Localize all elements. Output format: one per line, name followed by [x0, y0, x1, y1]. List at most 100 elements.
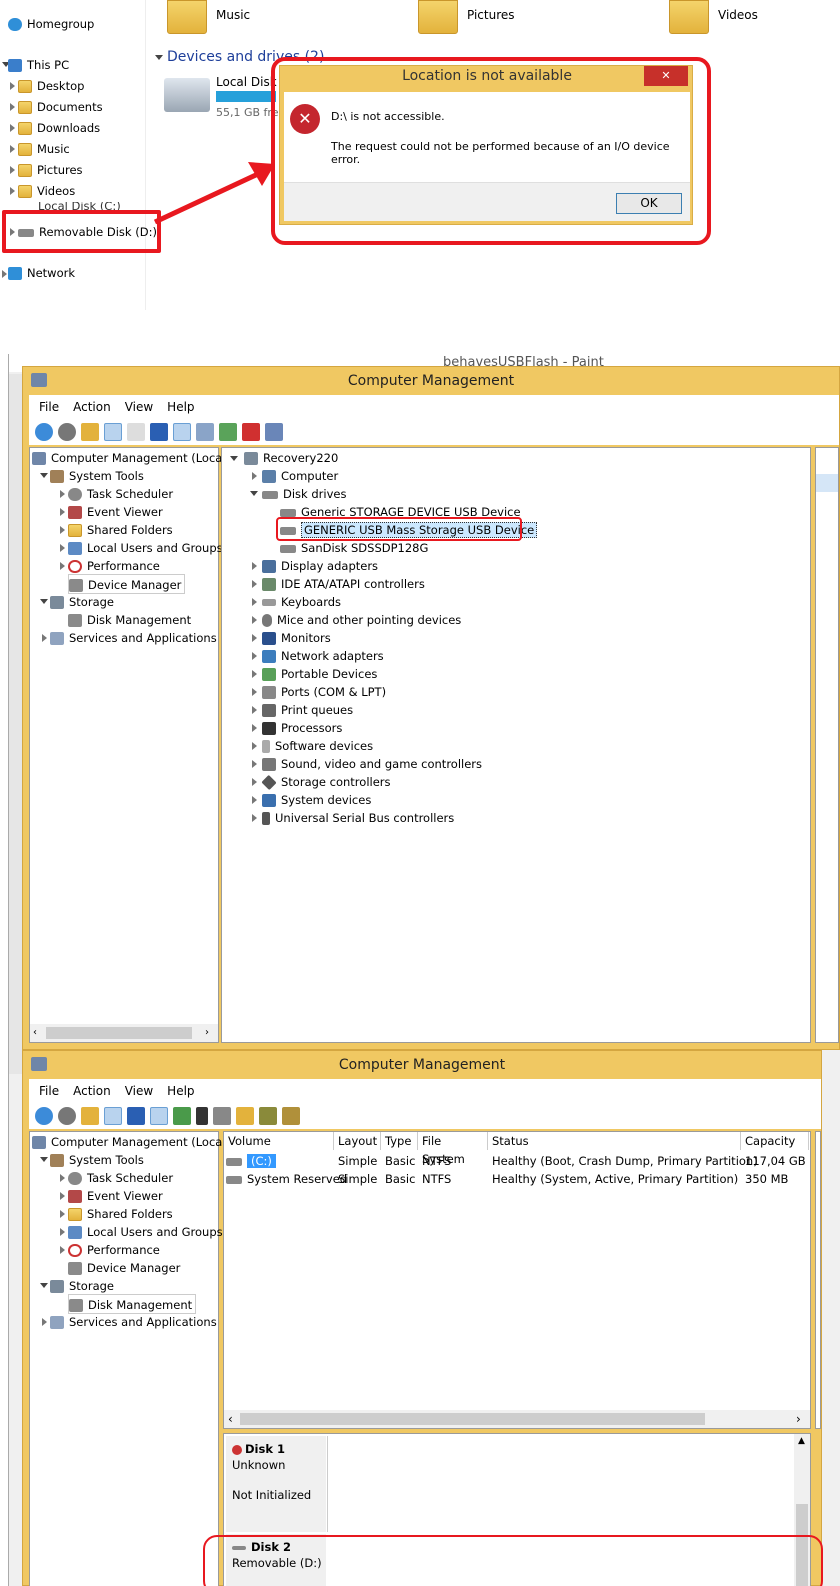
expand-arrow-icon[interactable] — [60, 1174, 65, 1182]
expand-arrow-icon[interactable] — [252, 742, 257, 750]
nav-videos[interactable]: Videos — [18, 181, 75, 201]
cat-sound[interactable]: Sound, video and game controllers — [262, 754, 482, 774]
col-type[interactable]: Type — [381, 1132, 418, 1150]
up-folder-icon[interactable] — [81, 1107, 99, 1125]
menu-file[interactable]: File — [39, 400, 59, 414]
settings-icon[interactable] — [282, 1107, 300, 1125]
cat-monitors[interactable]: Monitors — [262, 628, 331, 648]
scroll-thumb[interactable] — [46, 1027, 192, 1039]
menu-help[interactable]: Help — [167, 1084, 194, 1098]
expand-arrow-icon[interactable] — [60, 508, 65, 516]
expand-arrow-icon[interactable] — [252, 634, 257, 642]
cat-print-queues[interactable]: Print queues — [262, 700, 353, 720]
back-icon[interactable] — [35, 1107, 53, 1125]
col-file-system[interactable]: File System — [418, 1132, 488, 1166]
collapse-arrow-icon[interactable] — [40, 1283, 48, 1288]
expand-arrow-icon[interactable] — [252, 706, 257, 714]
expand-arrow-icon[interactable] — [252, 562, 257, 570]
expand-arrow-icon[interactable] — [10, 145, 15, 153]
tree-storage[interactable]: Storage — [50, 1276, 114, 1296]
collapse-arrow-icon[interactable] — [40, 1157, 48, 1162]
tree-shared-folders[interactable]: Shared Folders — [68, 520, 173, 540]
expand-arrow-icon[interactable] — [252, 580, 257, 588]
expand-arrow-icon[interactable] — [60, 1192, 65, 1200]
col-status[interactable]: Status — [488, 1132, 741, 1150]
delete-icon[interactable] — [196, 1107, 208, 1125]
tree-storage[interactable]: Storage — [50, 592, 114, 612]
explore-icon[interactable] — [259, 1107, 277, 1125]
expand-arrow-icon[interactable] — [252, 688, 257, 696]
tree-device-manager[interactable]: Device Manager — [68, 574, 186, 594]
enable-device-icon[interactable] — [265, 423, 283, 441]
forward-icon[interactable] — [58, 1107, 76, 1125]
collapse-arrow-icon[interactable] — [230, 456, 238, 461]
expand-arrow-icon[interactable] — [252, 598, 257, 606]
tree-system-tools[interactable]: System Tools — [50, 466, 144, 486]
cat-storage-controllers[interactable]: Storage controllers — [261, 772, 391, 792]
open-icon[interactable] — [236, 1107, 254, 1125]
properties-icon[interactable] — [213, 1107, 231, 1125]
menu-file[interactable]: File — [39, 1084, 59, 1098]
expand-arrow-icon[interactable] — [2, 270, 7, 278]
collapse-arrow-icon[interactable] — [250, 491, 258, 496]
col-volume[interactable]: Volume — [224, 1132, 334, 1150]
expand-arrow-icon[interactable] — [60, 544, 65, 552]
update-driver-icon[interactable] — [219, 423, 237, 441]
menu-action[interactable]: Action — [73, 1084, 111, 1098]
expand-arrow-icon[interactable] — [60, 1210, 65, 1218]
tree-shared-folders[interactable]: Shared Folders — [68, 1204, 173, 1224]
help-icon[interactable] — [150, 423, 168, 441]
nav-documents[interactable]: Documents — [18, 97, 103, 117]
tree-disk-management[interactable]: Disk Management — [68, 610, 191, 630]
cat-ports[interactable]: Ports (COM & LPT) — [262, 682, 386, 702]
drive-local-disk[interactable]: Local Disk 55,1 GB fre — [164, 72, 279, 122]
back-icon[interactable] — [35, 423, 53, 441]
scroll-thumb[interactable] — [240, 1413, 705, 1425]
expand-arrow-icon[interactable] — [60, 1246, 65, 1254]
menu-view[interactable]: View — [125, 400, 153, 414]
cat-network-adapters[interactable]: Network adapters — [262, 646, 384, 666]
cat-usb[interactable]: Universal Serial Bus controllers — [262, 808, 454, 828]
expand-arrow-icon[interactable] — [252, 652, 257, 660]
device-computer[interactable]: Computer — [262, 466, 338, 486]
expand-arrow-icon[interactable] — [252, 796, 257, 804]
disk1-unallocated[interactable] — [327, 1436, 792, 1532]
expand-arrow-icon[interactable] — [60, 562, 65, 570]
tree-services[interactable]: Services and Applications — [50, 628, 217, 648]
expand-arrow-icon[interactable] — [60, 526, 65, 534]
nav-local-disk-clipped[interactable]: Local Disk (C:) — [18, 202, 121, 210]
tree-local-users[interactable]: Local Users and Groups — [68, 538, 223, 558]
nav-desktop[interactable]: Desktop — [18, 76, 84, 96]
tree-services[interactable]: Services and Applications — [50, 1312, 217, 1332]
scroll-left-icon[interactable]: ‹ — [228, 1413, 233, 1425]
cat-software-devices[interactable]: Software devices — [262, 736, 373, 756]
collapse-arrow-icon[interactable] — [40, 473, 48, 478]
expand-arrow-icon[interactable] — [42, 634, 47, 642]
action-pane-icon[interactable] — [173, 423, 191, 441]
tree-task-scheduler[interactable]: Task Scheduler — [68, 1168, 173, 1188]
tree-task-scheduler[interactable]: Task Scheduler — [68, 484, 173, 504]
action-pane-icon[interactable] — [150, 1107, 168, 1125]
tree-device-manager[interactable]: Device Manager — [68, 1258, 180, 1278]
menu-view[interactable]: View — [125, 1084, 153, 1098]
device-root[interactable]: Recovery220 — [244, 448, 338, 468]
properties-icon[interactable] — [127, 423, 145, 441]
menu-action[interactable]: Action — [73, 400, 111, 414]
expand-arrow-icon[interactable] — [42, 1318, 47, 1326]
expand-arrow-icon[interactable] — [10, 103, 15, 111]
expand-arrow-icon[interactable] — [252, 814, 257, 822]
tree-performance[interactable]: Performance — [68, 556, 160, 576]
expand-arrow-icon[interactable] — [10, 124, 15, 132]
tree-disk-management[interactable]: Disk Management — [68, 1294, 197, 1314]
expand-arrow-icon[interactable] — [252, 724, 257, 732]
expand-arrow-icon[interactable] — [10, 187, 15, 195]
scroll-right-icon[interactable]: › — [796, 1413, 801, 1425]
show-hide-tree-icon[interactable] — [104, 1107, 122, 1125]
cat-display-adapters[interactable]: Display adapters — [262, 556, 378, 576]
table-row[interactable]: (C:) Simple Basic NTFS Healthy (Boot, Cr… — [224, 1152, 810, 1170]
help-icon[interactable] — [127, 1107, 145, 1125]
up-folder-icon[interactable] — [81, 423, 99, 441]
forward-icon[interactable] — [58, 423, 76, 441]
expand-arrow-icon[interactable] — [252, 670, 257, 678]
cat-keyboards[interactable]: Keyboards — [262, 592, 341, 612]
